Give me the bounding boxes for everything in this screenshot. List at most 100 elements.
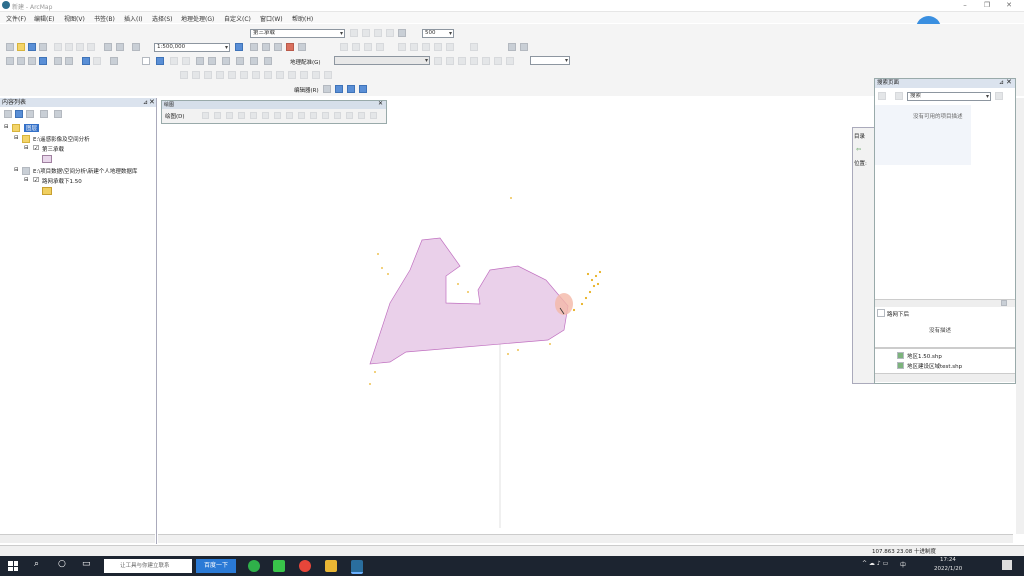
map-scrollbar[interactable] bbox=[158, 534, 1013, 543]
zoom-in-icon[interactable] bbox=[6, 57, 14, 65]
arcmap-taskbar-icon[interactable] bbox=[351, 560, 363, 574]
collapse-icon[interactable]: ⊟ bbox=[14, 167, 19, 173]
tool-icon[interactable] bbox=[347, 85, 355, 93]
catalog-icon[interactable] bbox=[262, 43, 270, 51]
tool-icon[interactable] bbox=[470, 57, 478, 65]
back-extent-icon[interactable] bbox=[82, 57, 90, 65]
tool-icon[interactable] bbox=[374, 29, 382, 37]
toc-item[interactable]: 路网承载下1.50 bbox=[42, 177, 82, 185]
tool-icon[interactable] bbox=[398, 29, 406, 37]
drawing-menu[interactable]: 绘图(D) bbox=[165, 112, 185, 120]
zoom-out-icon[interactable] bbox=[17, 57, 25, 65]
tool-icon[interactable] bbox=[202, 112, 209, 119]
taskbar-search-input[interactable]: 让工具与你建立联系 bbox=[104, 559, 192, 573]
polygon-symbol-icon[interactable] bbox=[42, 155, 52, 163]
tool-icon[interactable] bbox=[252, 71, 260, 79]
toc-item[interactable]: E:\遥感影像及空间分析 bbox=[33, 135, 90, 143]
tool-icon[interactable] bbox=[340, 43, 348, 51]
tool-icon[interactable] bbox=[376, 43, 384, 51]
tool-icon[interactable] bbox=[386, 29, 394, 37]
menu-bookmarks[interactable]: 书签(B) bbox=[94, 14, 115, 23]
tool-icon[interactable] bbox=[276, 71, 284, 79]
menu-view[interactable]: 视图(V) bbox=[64, 14, 85, 23]
tool-icon[interactable] bbox=[324, 71, 332, 79]
toc-item[interactable]: 第三承载 bbox=[42, 145, 64, 153]
cut-icon[interactable] bbox=[54, 43, 62, 51]
pin-icon[interactable]: ⊿ bbox=[999, 79, 1004, 86]
maximize-icon[interactable]: ❐ bbox=[982, 1, 992, 9]
tool-icon[interactable] bbox=[262, 112, 269, 119]
tool-icon[interactable] bbox=[458, 57, 466, 65]
tool-icon[interactable] bbox=[334, 112, 341, 119]
search-window-icon[interactable] bbox=[274, 43, 282, 51]
html-popup-icon[interactable] bbox=[250, 57, 258, 65]
time-slider-icon[interactable] bbox=[264, 57, 272, 65]
python-icon[interactable] bbox=[298, 43, 306, 51]
find-icon[interactable] bbox=[196, 57, 204, 65]
expand-icon[interactable] bbox=[1001, 300, 1007, 306]
tool-icon[interactable] bbox=[350, 29, 358, 37]
tool-icon[interactable] bbox=[298, 112, 305, 119]
collapse-icon[interactable]: ⊟ bbox=[24, 177, 29, 183]
tool-icon[interactable] bbox=[216, 71, 224, 79]
close-icon[interactable]: ✕ bbox=[378, 100, 383, 107]
menu-help[interactable]: 帮助(H) bbox=[292, 14, 313, 23]
menu-edit[interactable]: 编辑(E) bbox=[34, 14, 54, 23]
clock-time[interactable]: 17:24 bbox=[940, 557, 956, 563]
polygon-feature[interactable] bbox=[369, 237, 569, 365]
search-options-icon[interactable] bbox=[995, 92, 1003, 100]
delete-icon[interactable] bbox=[87, 43, 95, 51]
list-by-drawing-order-icon[interactable] bbox=[4, 110, 12, 118]
taskbar-search-button[interactable]: 百度一下 bbox=[196, 559, 236, 573]
print-icon[interactable] bbox=[39, 43, 47, 51]
copy-icon[interactable] bbox=[65, 43, 73, 51]
undo-icon[interactable] bbox=[104, 43, 112, 51]
tool-icon[interactable] bbox=[370, 112, 377, 119]
task-view-icon[interactable]: ▭ bbox=[82, 559, 91, 569]
tool-icon[interactable] bbox=[323, 85, 331, 93]
fixed-zoom-out-icon[interactable] bbox=[65, 57, 73, 65]
tool-icon[interactable] bbox=[446, 43, 454, 51]
pin-icon[interactable]: ⊿ bbox=[143, 99, 148, 106]
layer-select[interactable]: 第三承载 bbox=[250, 29, 345, 38]
toc-root[interactable]: 图层 bbox=[24, 124, 40, 132]
collapse-icon[interactable]: ⊟ bbox=[24, 145, 29, 151]
search-icon[interactable]: ⌕ bbox=[34, 559, 39, 569]
notification-icon[interactable] bbox=[1002, 560, 1012, 570]
home-icon[interactable] bbox=[895, 92, 903, 100]
tool-icon[interactable] bbox=[422, 43, 430, 51]
file-item[interactable]: 地区建设区域test.shp bbox=[907, 362, 962, 370]
file-scrollbar[interactable] bbox=[875, 373, 1015, 382]
tool-icon[interactable] bbox=[359, 85, 367, 93]
toc-icon[interactable] bbox=[250, 43, 258, 51]
tool-icon[interactable] bbox=[506, 57, 514, 65]
forward-extent-icon[interactable] bbox=[93, 57, 101, 65]
cortana-icon[interactable]: ○ bbox=[58, 559, 66, 569]
tool-icon[interactable] bbox=[250, 112, 257, 119]
tool-icon[interactable] bbox=[192, 71, 200, 79]
layer-checkbox[interactable]: ☑ bbox=[33, 144, 39, 152]
tool-icon[interactable] bbox=[470, 43, 478, 51]
tool-icon[interactable] bbox=[228, 71, 236, 79]
close-icon[interactable]: ✕ bbox=[1006, 78, 1012, 86]
collapse-icon[interactable]: ⊟ bbox=[4, 124, 9, 130]
list-by-source-icon[interactable] bbox=[15, 110, 23, 118]
tool-icon[interactable] bbox=[264, 71, 272, 79]
georef-layer-select[interactable] bbox=[334, 56, 430, 65]
polygon-symbol-icon[interactable] bbox=[42, 187, 52, 195]
editor-menu[interactable]: 编辑器(R) bbox=[294, 86, 319, 94]
tool-icon[interactable] bbox=[362, 29, 370, 37]
tool-icon[interactable] bbox=[358, 112, 365, 119]
tool-icon[interactable] bbox=[286, 112, 293, 119]
paste-icon[interactable] bbox=[76, 43, 84, 51]
app-360-icon[interactable] bbox=[248, 560, 260, 572]
options-icon[interactable] bbox=[54, 110, 62, 118]
tool-icon[interactable] bbox=[508, 43, 516, 51]
search-input[interactable]: 搜索 bbox=[907, 92, 991, 101]
tool-icon[interactable] bbox=[335, 85, 343, 93]
back-icon[interactable] bbox=[878, 92, 886, 100]
tool-icon[interactable] bbox=[446, 57, 454, 65]
add-data-icon[interactable] bbox=[132, 43, 140, 51]
tool-icon[interactable] bbox=[520, 43, 528, 51]
scale-select[interactable]: 1:500,000 bbox=[154, 43, 230, 52]
